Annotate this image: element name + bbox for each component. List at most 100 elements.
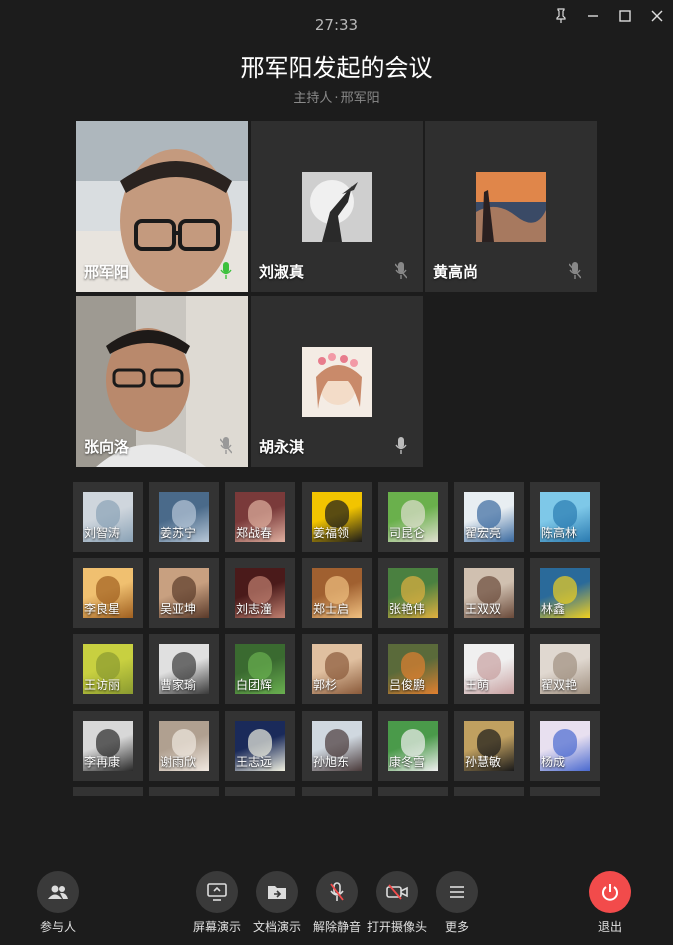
- participant-cell[interactable]: 翟宏亮: [454, 482, 524, 552]
- participant-cell[interactable]: 李良星: [73, 558, 143, 628]
- participant-name: 刘志潼: [236, 602, 273, 616]
- meeting-timer: 27:33: [314, 16, 359, 34]
- participant-cell[interactable]: 康冬雪: [378, 711, 448, 781]
- menu-icon: [436, 871, 478, 913]
- participant-cell[interactable]: 王萌: [454, 634, 524, 704]
- participant-cell[interactable]: 王双双: [454, 558, 524, 628]
- participant-cell[interactable]: 郑士启: [302, 558, 372, 628]
- mic-muted-icon[interactable]: [395, 262, 407, 280]
- participant-name: 孙旭东: [313, 755, 350, 769]
- participant-cell[interactable]: 白团辉: [225, 634, 295, 704]
- video-tile[interactable]: 黄高尚: [425, 121, 597, 292]
- participant-cell[interactable]: 杨成: [530, 711, 600, 781]
- participant-name: 翟双艳: [541, 678, 578, 692]
- participant-cell[interactable]: 姜福领: [302, 482, 372, 552]
- avatar: [302, 347, 372, 417]
- participants-icon: [37, 871, 79, 913]
- more-label: 更多: [444, 920, 469, 934]
- participant-cell[interactable]: 翟双艳: [530, 634, 600, 704]
- participant-name: 林鑫: [541, 602, 566, 616]
- exit-label: 退出: [597, 920, 622, 934]
- participant-name: 郭杉: [313, 678, 338, 692]
- participant-cell[interactable]: [73, 787, 143, 796]
- participant-name: 孙慧敏: [465, 755, 502, 769]
- exit-button[interactable]: 退出: [575, 871, 645, 935]
- participant-name: 王志远: [236, 755, 273, 769]
- participant-name: 姜福领: [313, 526, 350, 540]
- participant-cell[interactable]: [530, 787, 600, 796]
- participant-name: 杨成: [541, 755, 566, 769]
- tile-name: 刘淑真: [259, 263, 305, 281]
- doc-share-icon: [256, 871, 298, 913]
- participant-name: 李良星: [84, 602, 121, 616]
- avatar: [476, 172, 546, 242]
- participant-name: 吴亚坤: [160, 602, 197, 616]
- participants-label: 参与人: [39, 920, 76, 934]
- tile-name: 张向洛: [84, 438, 130, 456]
- participant-name: 谢雨欣: [160, 755, 197, 769]
- participant-name: 刘智涛: [84, 526, 121, 540]
- participant-cell[interactable]: [454, 787, 524, 796]
- participant-cell[interactable]: 林鑫: [530, 558, 600, 628]
- meeting-title: 邢军阳发起的会议: [240, 54, 433, 82]
- participant-cell[interactable]: 孙慧敏: [454, 711, 524, 781]
- participant-name: 白团辉: [236, 678, 273, 692]
- participant-name: 郑战春: [236, 526, 273, 540]
- video-tile[interactable]: 胡永淇: [251, 296, 423, 467]
- participant-cell[interactable]: 吕俊鹏: [378, 634, 448, 704]
- mic-muted-icon[interactable]: [569, 262, 581, 280]
- participant-grid: 刘智涛 姜苏宁 郑战春 姜福领 司昆仑 翟宏亮 陈高林李良星 吴亚坤 刘志潼 郑士启 张艳伟 王双双 林…: [73, 482, 601, 796]
- participant-name: 李再康: [84, 755, 121, 769]
- participant-name: 吕俊鹏: [389, 678, 426, 692]
- mic-muted-icon[interactable]: [220, 437, 232, 455]
- participant-name: 康冬雪: [389, 755, 426, 769]
- participant-cell[interactable]: 姜苏宁: [149, 482, 219, 552]
- tile-name: 邢军阳: [84, 263, 130, 281]
- participant-name: 王双双: [465, 602, 502, 616]
- participant-name: 王访丽: [84, 678, 121, 692]
- participant-name: 曹家瑜: [160, 678, 197, 692]
- participant-name: 司昆仑: [389, 526, 426, 540]
- participant-cell[interactable]: 司昆仑: [378, 482, 448, 552]
- participant-cell[interactable]: 曹家瑜: [149, 634, 219, 704]
- power-icon: [589, 871, 631, 913]
- participant-cell[interactable]: 郑战春: [225, 482, 295, 552]
- participant-cell[interactable]: 陈高林: [530, 482, 600, 552]
- host-label: 主持人: [293, 91, 333, 106]
- mic-off-icon: [316, 871, 358, 913]
- participant-cell[interactable]: 张艳伟: [378, 558, 448, 628]
- camera-off-icon: [376, 871, 418, 913]
- video-tile[interactable]: 张向洛: [76, 296, 248, 467]
- participant-cell[interactable]: 李再康: [73, 711, 143, 781]
- video-tile[interactable]: 刘淑真: [251, 121, 423, 292]
- mic-active-icon[interactable]: [220, 262, 232, 280]
- participant-cell[interactable]: 刘智涛: [73, 482, 143, 552]
- participant-name: 张艳伟: [389, 602, 426, 616]
- mic-icon[interactable]: [395, 437, 407, 455]
- tile-name: 黄高尚: [433, 263, 479, 281]
- participant-name: 翟宏亮: [465, 526, 502, 540]
- participant-cell[interactable]: 王志远: [225, 711, 295, 781]
- screen-share-icon: [196, 871, 238, 913]
- host-separator: ·: [334, 91, 339, 106]
- participant-cell[interactable]: 吴亚坤: [149, 558, 219, 628]
- participant-cell[interactable]: [378, 787, 448, 796]
- participant-name: 陈高林: [541, 526, 578, 540]
- participant-cell[interactable]: 孙旭东: [302, 711, 372, 781]
- more-button[interactable]: 更多: [422, 871, 492, 935]
- participant-cell[interactable]: 刘志潼: [225, 558, 295, 628]
- avatar: [302, 172, 372, 242]
- participants-button[interactable]: 参与人: [23, 871, 93, 935]
- participant-cell[interactable]: 郭杉: [302, 634, 372, 704]
- host-name: 邢军阳: [340, 91, 380, 106]
- participant-name: 王萌: [465, 678, 490, 692]
- participant-cell[interactable]: 谢雨欣: [149, 711, 219, 781]
- participant-name: 郑士启: [313, 602, 350, 616]
- participant-cell[interactable]: [149, 787, 219, 796]
- participant-cell[interactable]: 王访丽: [73, 634, 143, 704]
- participant-cell[interactable]: [225, 787, 295, 796]
- tile-name: 胡永淇: [259, 438, 305, 456]
- participant-cell[interactable]: [302, 787, 372, 796]
- participant-name: 姜苏宁: [160, 526, 197, 540]
- video-tile[interactable]: 邢军阳: [76, 121, 248, 292]
